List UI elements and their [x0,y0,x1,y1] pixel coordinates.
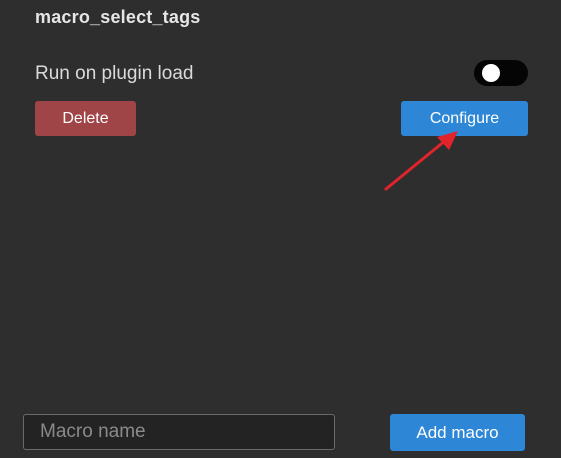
run-on-plugin-load-toggle[interactable] [474,60,528,86]
add-macro-button[interactable]: Add macro [390,414,525,451]
run-on-plugin-load-label: Run on plugin load [35,63,194,84]
macro-name-input[interactable] [23,414,335,450]
macro-title: macro_select_tags [35,7,201,27]
macro-settings-panel: { "macro": { "name": "macro_select_tags"… [0,0,561,458]
delete-button[interactable]: Delete [35,101,136,136]
configure-button[interactable]: Configure [401,101,528,136]
toggle-knob [482,64,500,82]
